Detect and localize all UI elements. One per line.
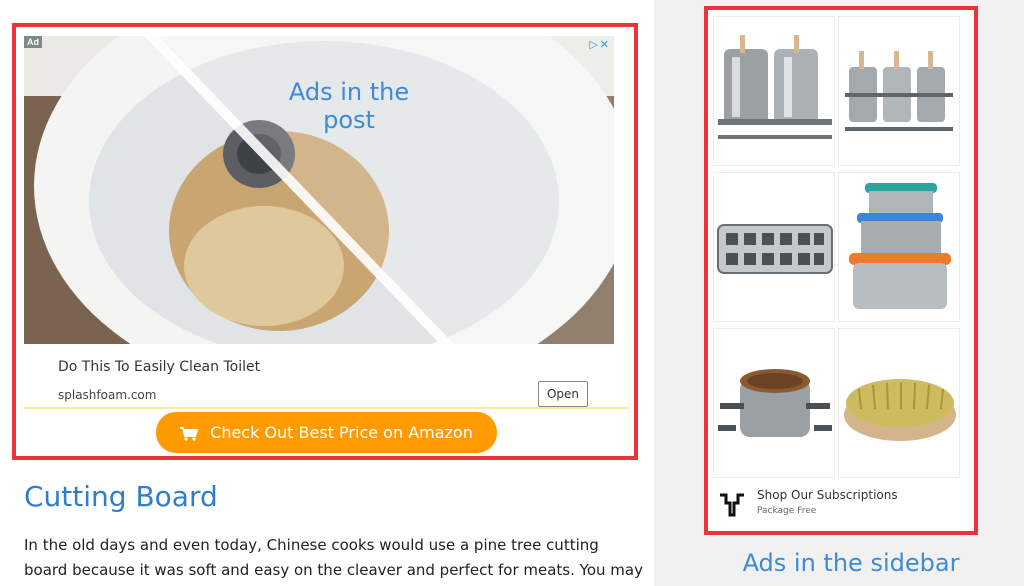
product-tile-6[interactable] <box>838 328 960 478</box>
ad-open-button[interactable]: Open <box>538 381 588 407</box>
ad-badge: Ad <box>24 36 42 48</box>
amazon-price-button[interactable]: Check Out Best Price on Amazon <box>156 412 497 453</box>
amazon-button-label: Check Out Best Price on Amazon <box>210 423 473 442</box>
shop-title[interactable]: Shop Our Subscriptions <box>757 488 898 502</box>
ad-divider <box>24 407 629 409</box>
adchoices-icon[interactable]: ▷✕ <box>589 38 611 51</box>
section-heading: Cutting Board <box>24 480 218 513</box>
ad-headline[interactable]: Do This To Easily Clean Toilet <box>58 359 260 375</box>
product-tile-3[interactable] <box>713 172 835 322</box>
sidebar-ad-highlight[interactable]: ▷✕ <box>704 6 978 535</box>
post-ad-card[interactable]: Ad ▷✕ Ads in the post Do This To Easily … <box>24 36 629 408</box>
sidebar-ad-footer[interactable]: Shop Our Subscriptions Package Free <box>716 485 966 525</box>
ads-in-post-label: Ads in the post <box>288 78 410 134</box>
article-paragraph: In the old days and even today, Chinese … <box>24 536 643 579</box>
product-tile-2[interactable] <box>838 16 960 166</box>
clamp-container-icon <box>718 369 832 437</box>
scrub-brush-icon <box>844 379 956 441</box>
product-tile-5[interactable] <box>713 328 835 478</box>
ice-tray-icon <box>717 224 833 274</box>
shop-subtitle: Package Free <box>757 506 817 516</box>
ad-domain: splashfoam.com <box>58 388 157 402</box>
package-free-logo-icon <box>718 491 746 519</box>
ads-in-sidebar-label: Ads in the sidebar <box>742 549 960 577</box>
popsicle-rack-icon <box>845 51 953 131</box>
popsicle-molds-icon <box>718 35 832 139</box>
product-tile-1[interactable] <box>713 16 835 166</box>
stacked-containers-icon <box>849 183 951 309</box>
product-tile-4[interactable] <box>838 172 960 322</box>
shopping-cart-icon <box>180 426 199 441</box>
